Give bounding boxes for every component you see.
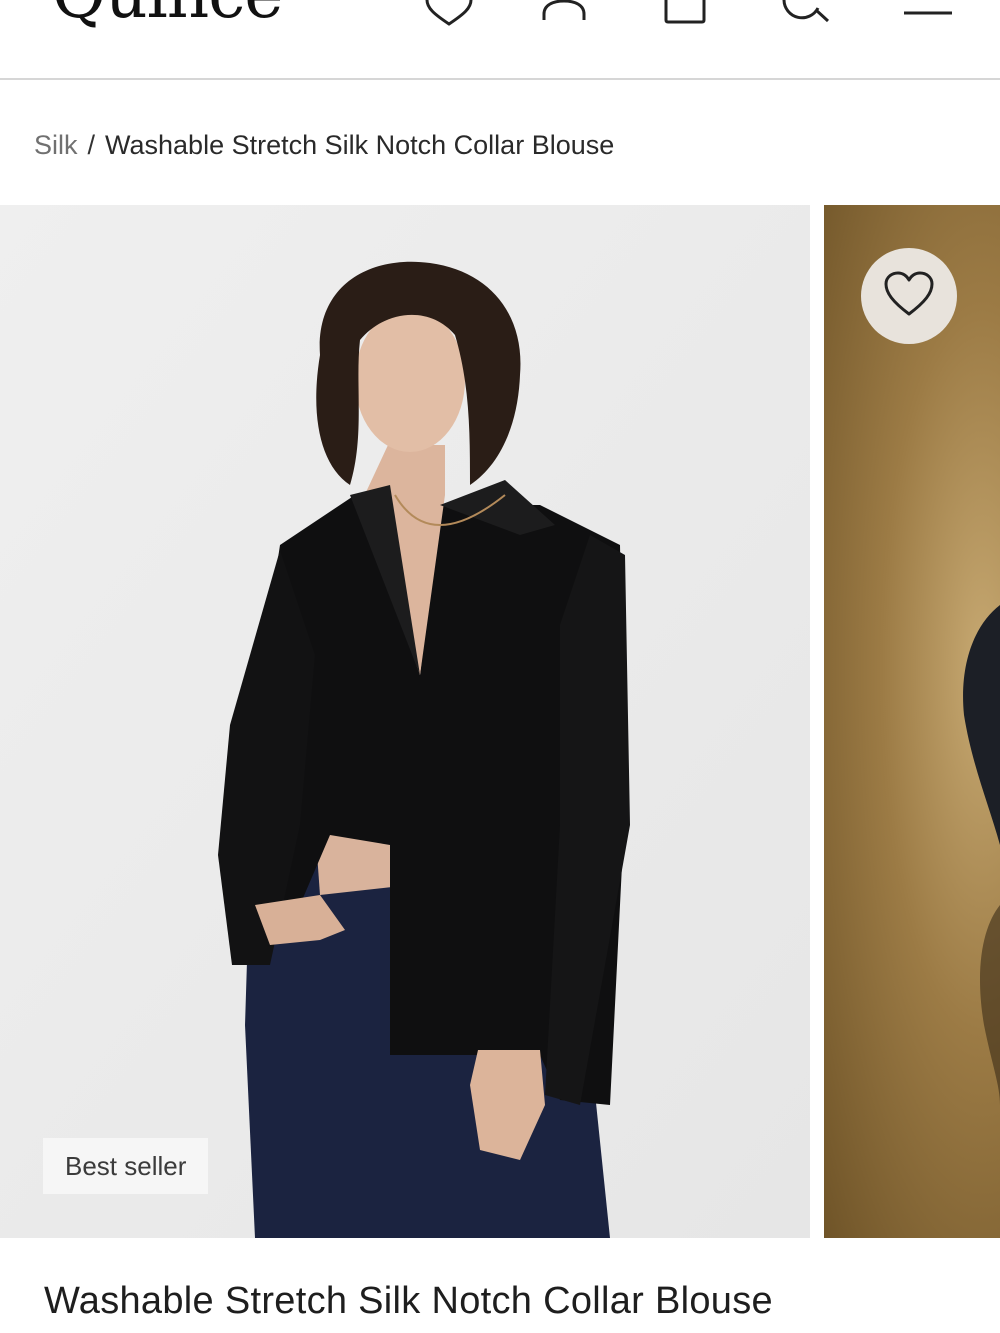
site-header: Quince [0, 0, 1000, 80]
breadcrumb-current: Washable Stretch Silk Notch Collar Blous… [105, 130, 615, 160]
model-photo [0, 205, 810, 1238]
product-image-secondary[interactable] [824, 205, 1000, 1238]
search-icon[interactable] [780, 0, 832, 24]
secondary-photo [963, 605, 1000, 1105]
wishlist-icon[interactable] [424, 0, 474, 26]
product-image-main[interactable]: Best seller [0, 205, 810, 1238]
add-to-wishlist-button[interactable] [861, 248, 957, 344]
brand-logo[interactable]: Quince [52, 0, 283, 28]
breadcrumb: Silk / Washable Stretch Silk Notch Collar … [34, 128, 614, 162]
account-icon[interactable] [541, 0, 587, 22]
heart-icon [883, 271, 935, 322]
best-seller-badge: Best seller [43, 1138, 209, 1194]
menu-icon[interactable] [904, 0, 952, 18]
product-title: Washable Stretch Silk Notch Collar Blous… [44, 1280, 773, 1322]
breadcrumb-separator: / [87, 130, 96, 160]
bag-icon[interactable] [663, 0, 707, 24]
product-page: Quince Silk [0, 0, 1000, 1333]
breadcrumb-link-silk[interactable]: Silk [34, 130, 78, 160]
